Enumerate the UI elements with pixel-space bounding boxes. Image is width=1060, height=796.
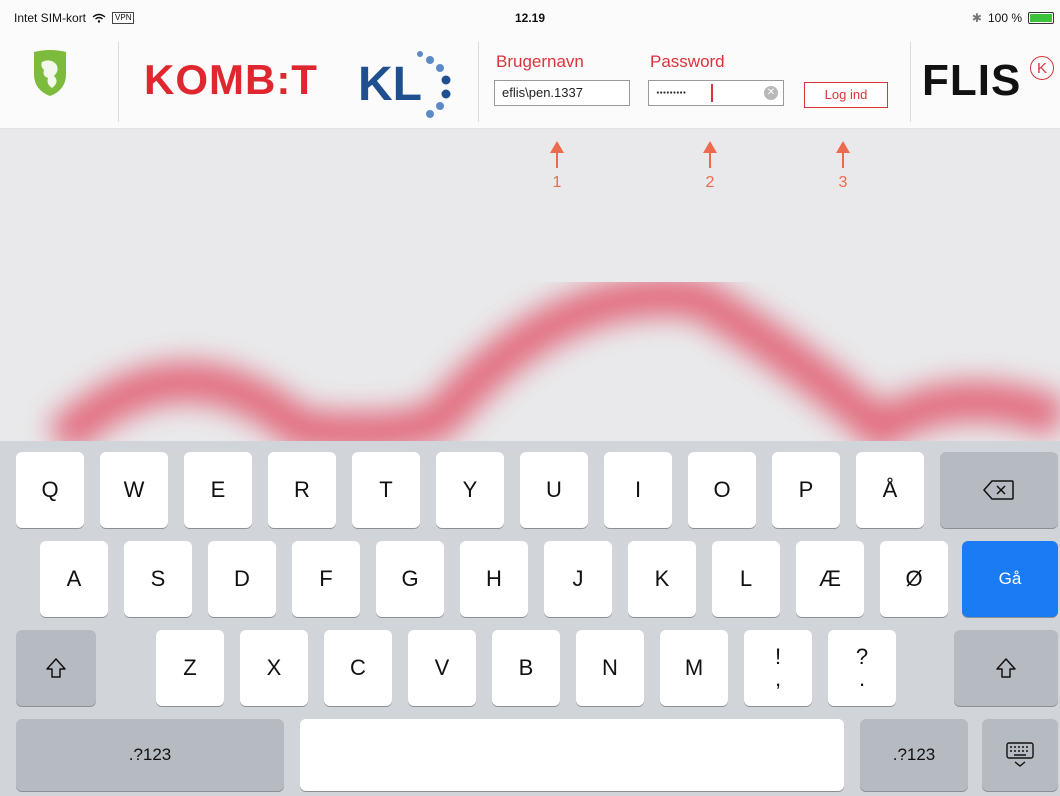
key-m[interactable]: M (660, 630, 728, 706)
key-c[interactable]: C (324, 630, 392, 706)
backspace-icon (983, 480, 1014, 500)
svg-text:KL: KL (358, 58, 422, 111)
header-divider (910, 42, 911, 122)
background-area (0, 129, 1060, 441)
numbers-key-left[interactable]: .?123 (16, 719, 284, 791)
username-label: Brugernavn (496, 52, 584, 71)
key-q[interactable]: Q (16, 452, 84, 528)
key-u[interactable]: U (520, 452, 588, 528)
hide-keyboard-key[interactable] (982, 719, 1058, 791)
key-question-period[interactable]: ? . (828, 630, 896, 706)
key-p[interactable]: P (772, 452, 840, 528)
key-g[interactable]: G (376, 541, 444, 617)
header-divider (118, 42, 119, 122)
backspace-key[interactable] (940, 452, 1058, 528)
annotation-label-3: 3 (838, 174, 848, 191)
onscreen-keyboard: Q W E R T Y U I O P Å A S D F G H J K L … (0, 441, 1060, 796)
key-exclamation-comma[interactable]: ! , (744, 630, 812, 706)
key-t[interactable]: T (352, 452, 420, 528)
username-field[interactable]: eflis\pen.1337 (494, 80, 630, 106)
space-bar[interactable] (300, 719, 844, 791)
background-wave-decoration (46, 276, 1060, 441)
key-a[interactable]: A (40, 541, 108, 617)
login-button[interactable]: Log ind (804, 82, 888, 108)
annotation-arrow-3-line (842, 152, 844, 168)
keyboard-hide-icon (1006, 742, 1034, 767)
key-d[interactable]: D (208, 541, 276, 617)
key-f[interactable]: F (292, 541, 360, 617)
login-header: KOMB:T KL Brugernavn eflis\pen.1337 Pass… (0, 36, 1060, 129)
go-key[interactable]: Gå (962, 541, 1058, 617)
shift-icon (996, 658, 1016, 678)
battery-text: 100 % (987, 11, 1022, 25)
key-k[interactable]: K (628, 541, 696, 617)
key-l[interactable]: L (712, 541, 780, 617)
key-n[interactable]: N (576, 630, 644, 706)
shift-key-right[interactable] (954, 630, 1058, 706)
kl-logo: KL (358, 51, 451, 118)
numbers-key-right[interactable]: .?123 (860, 719, 968, 791)
password-label: Password (650, 52, 725, 71)
status-time: 12.19 (514, 11, 546, 25)
text-cursor (711, 84, 713, 102)
key-r[interactable]: R (268, 452, 336, 528)
annotation-arrow-2-line (709, 152, 711, 168)
key-top-char: ! (774, 644, 782, 669)
annotation-label-1: 1 (552, 174, 562, 191)
key-e[interactable]: E (184, 452, 252, 528)
shift-icon (46, 658, 66, 678)
key-i[interactable]: I (604, 452, 672, 528)
key-aring[interactable]: Å (856, 452, 924, 528)
key-bottom-char: , (774, 666, 782, 691)
key-top-char: ? (855, 644, 869, 669)
clear-field-icon[interactable]: ✕ (764, 86, 778, 100)
flis-logo: FLIS (922, 56, 1022, 105)
municipality-shield-logo (34, 50, 66, 96)
battery-icon (1028, 12, 1054, 24)
status-bar: Intet SIM-kort VPN 12.19 ✱ 100 % (0, 0, 1060, 36)
key-j[interactable]: J (544, 541, 612, 617)
key-w[interactable]: W (100, 452, 168, 528)
annotation-label-2: 2 (705, 174, 715, 191)
header-divider (478, 42, 479, 122)
key-s[interactable]: S (124, 541, 192, 617)
annotation-arrow-1-line (556, 152, 558, 168)
key-o[interactable]: O (688, 452, 756, 528)
key-y[interactable]: Y (436, 452, 504, 528)
flis-k-mark: K (1030, 56, 1054, 80)
bluetooth-icon: ✱ (971, 11, 982, 25)
key-b[interactable]: B (492, 630, 560, 706)
status-right: ✱ 100 % (972, 11, 1054, 25)
key-x[interactable]: X (240, 630, 308, 706)
key-h[interactable]: H (460, 541, 528, 617)
kombit-logo: KOMB:T (144, 56, 318, 103)
key-z[interactable]: Z (156, 630, 224, 706)
key-bottom-char: . (858, 666, 866, 691)
key-v[interactable]: V (408, 630, 476, 706)
key-oslash[interactable]: Ø (880, 541, 948, 617)
shift-key-left[interactable] (16, 630, 96, 706)
key-ae[interactable]: Æ (796, 541, 864, 617)
